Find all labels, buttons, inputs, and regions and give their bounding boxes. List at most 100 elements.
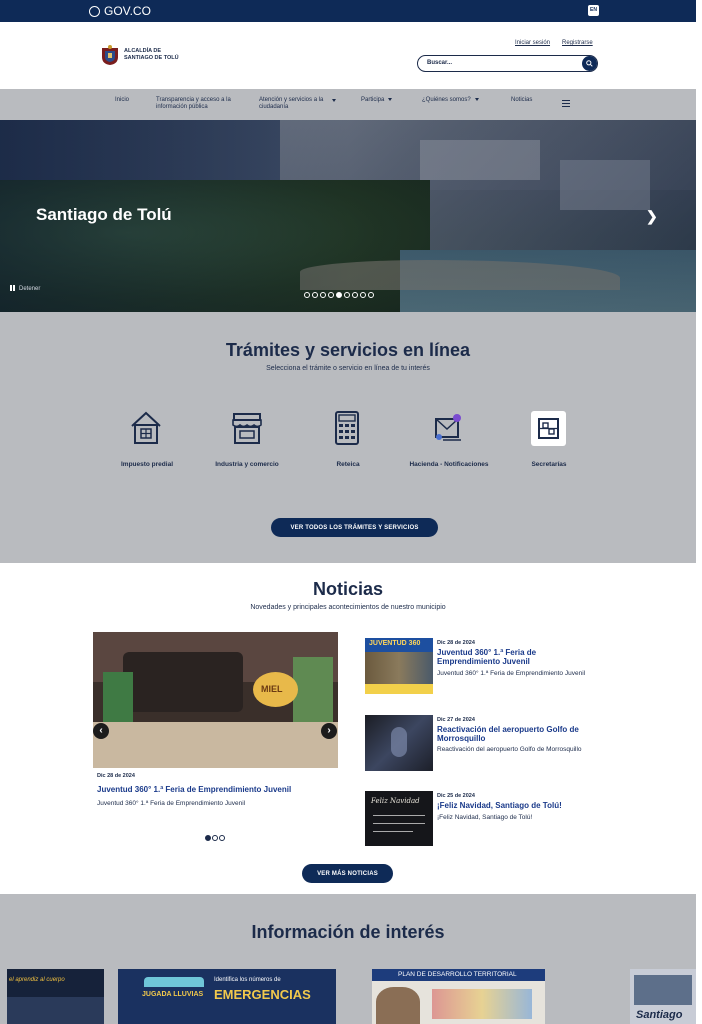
news-date: Dic 28 de 2024: [437, 640, 475, 646]
card-shape: [144, 977, 204, 987]
news-description: Juventud 360° 1.ª Feria de Emprendimient…: [97, 800, 246, 807]
service-label[interactable]: Secretarías: [509, 460, 589, 470]
news-title-link[interactable]: ¡Feliz Navidad, Santiago de Tolú!: [437, 801, 597, 810]
register-link[interactable]: Registrarse: [562, 40, 593, 46]
nav-item-quienes-label: ¿Quiénes somos?: [422, 97, 471, 103]
card-text: Santiago: [636, 1009, 683, 1021]
hero-indicator-dot[interactable]: [320, 292, 326, 298]
news-title-link[interactable]: Juventud 360° 1.ª Feria de Emprendimient…: [437, 648, 597, 666]
news-carousel-indicators: [205, 835, 225, 841]
hero-indicator-dot[interactable]: [304, 292, 310, 298]
card-photo: [376, 987, 420, 1024]
thumb-text: Feliz Navidad: [371, 797, 420, 805]
info-card[interactable]: Santiago: [630, 969, 696, 1024]
language-button[interactable]: EN: [588, 5, 599, 16]
card-photo: [634, 975, 692, 1005]
news-date: Dic 28 de 2024: [97, 773, 135, 779]
card-jugada: JUGADA LLUVIAS: [142, 991, 204, 998]
thumb-photo: [365, 652, 433, 684]
info-card[interactable]: PLAN DE DESARROLLO TERRITORIAL: [372, 969, 545, 1024]
nav-item-inicio[interactable]: Inicio: [115, 97, 129, 104]
thumb-figure: [391, 727, 407, 757]
site-brand[interactable]: ALCALDÍA DE SANTIAGO DE TOLÚ: [124, 48, 184, 61]
search-placeholder: Buscar...: [427, 60, 453, 66]
search-button[interactable]: [582, 56, 597, 71]
news-thumbnail[interactable]: Feliz Navidad: [365, 791, 433, 846]
hero-indicator-dot[interactable]: [312, 292, 318, 298]
hero-indicator-dot[interactable]: [328, 292, 334, 298]
login-link[interactable]: Iniciar sesión: [515, 40, 550, 46]
card-text: PLAN DE DESARROLLO TERRITORIAL: [398, 971, 517, 978]
news-title-link[interactable]: Juventud 360° 1.ª Feria de Emprendimient…: [97, 785, 337, 794]
nav-item-participa-label: Participa: [361, 97, 385, 103]
gov-logo-text: GOV.CO: [104, 4, 151, 18]
card-subtext: Identifica los números de: [214, 977, 281, 983]
office-icon: [538, 418, 559, 439]
service-label[interactable]: Industria y comercio: [207, 460, 287, 470]
image-region: [293, 657, 333, 727]
hero-indicator-dot[interactable]: [352, 292, 358, 298]
featured-news-image[interactable]: MIEL: [93, 632, 338, 768]
news-indicator-dot[interactable]: [212, 835, 218, 841]
nav-item-atencion[interactable]: Atención y servicios a la ciudadanía: [259, 97, 331, 111]
view-more-news-button[interactable]: VER MÁS NOTICIAS: [302, 864, 393, 883]
gov-co-logo[interactable]: GOV.CO: [89, 4, 151, 18]
news-title: Noticias: [312, 579, 384, 599]
card-text: el aprendiz al cuerpo: [9, 977, 65, 983]
service-label[interactable]: Impuesto predial: [107, 460, 187, 470]
chevron-right-icon[interactable]: ›: [321, 723, 337, 739]
secretarias-tile[interactable]: [531, 411, 566, 446]
calculator-icon[interactable]: [330, 410, 364, 446]
service-label[interactable]: Hacienda - Notificaciones: [409, 460, 489, 470]
service-label[interactable]: Reteica: [308, 460, 388, 470]
chevron-down-icon: [474, 97, 479, 101]
house-icon[interactable]: [129, 410, 163, 446]
info-section: [0, 894, 696, 1024]
hero-indicator-dot[interactable]: [336, 292, 342, 298]
hero-indicator-dot[interactable]: [360, 292, 366, 298]
municipal-crest-icon[interactable]: [100, 44, 120, 66]
news-description: Juventud 360° 1.ª Feria de Emprendimient…: [437, 670, 586, 677]
news-description: ¡Feliz Navidad, Santiago de Tolú!: [437, 814, 533, 821]
pause-label: Detener: [19, 286, 41, 292]
hero-indicator-dot[interactable]: [344, 292, 350, 298]
news-thumbnail[interactable]: JUVENTUD 360: [365, 638, 433, 694]
hero-indicators: [304, 292, 374, 298]
nav-item-participa[interactable]: Participa: [361, 97, 393, 104]
chevron-down-icon: [332, 99, 336, 102]
store-icon[interactable]: [230, 410, 264, 446]
nav-item-noticias[interactable]: Noticias: [511, 97, 532, 104]
card-footer: [7, 997, 104, 1024]
view-all-services-button[interactable]: VER TODOS LOS TRÁMITES Y SERVICIOS: [271, 518, 438, 537]
menu-icon[interactable]: [562, 100, 570, 107]
news-title-link[interactable]: Reactivación del aeropuerto Golfo de Mor…: [437, 725, 597, 743]
news-date: Dic 25 de 2024: [437, 793, 475, 799]
notification-icon[interactable]: [431, 410, 465, 446]
thumb-line: [373, 831, 413, 832]
info-card[interactable]: el aprendiz al cuerpo: [7, 969, 104, 1024]
chevron-right-icon[interactable]: ❯: [646, 208, 658, 225]
news-thumbnail[interactable]: [365, 715, 433, 771]
thumb-line: [373, 815, 425, 816]
chevron-down-icon: [388, 97, 393, 101]
hero-title: Santiago de Tolú: [36, 205, 172, 224]
nav-item-atencion-label: Atención y servicios a la ciudadanía: [259, 97, 324, 110]
hero-indicator-dot[interactable]: [368, 292, 374, 298]
news-indicator-dot[interactable]: [219, 835, 225, 841]
nav-item-transparencia[interactable]: Transparencia y acceso a la información …: [156, 97, 238, 111]
thumb-text: JUVENTUD 360: [369, 640, 421, 647]
gov-shield-icon: [89, 5, 100, 17]
nav-item-quienes[interactable]: ¿Quiénes somos?: [422, 97, 479, 104]
news-description: Reactivación del aeropuerto Golfo de Mor…: [437, 746, 582, 753]
thumb-line: [373, 823, 425, 824]
pause-button[interactable]: Detener: [10, 285, 40, 293]
news-indicator-dot[interactable]: [205, 835, 211, 841]
info-title: Información de interés: [251, 922, 445, 942]
card-photo: [432, 989, 532, 1019]
tramites-title: Trámites y servicios en línea: [225, 340, 471, 360]
info-card[interactable]: JUGADA LLUVIAS Identifica los números de…: [118, 969, 336, 1024]
image-region: [103, 672, 133, 722]
chevron-left-icon[interactable]: ‹: [93, 723, 109, 739]
image-region: [93, 722, 338, 768]
card-text: EMERGENCIAS: [214, 987, 311, 1002]
